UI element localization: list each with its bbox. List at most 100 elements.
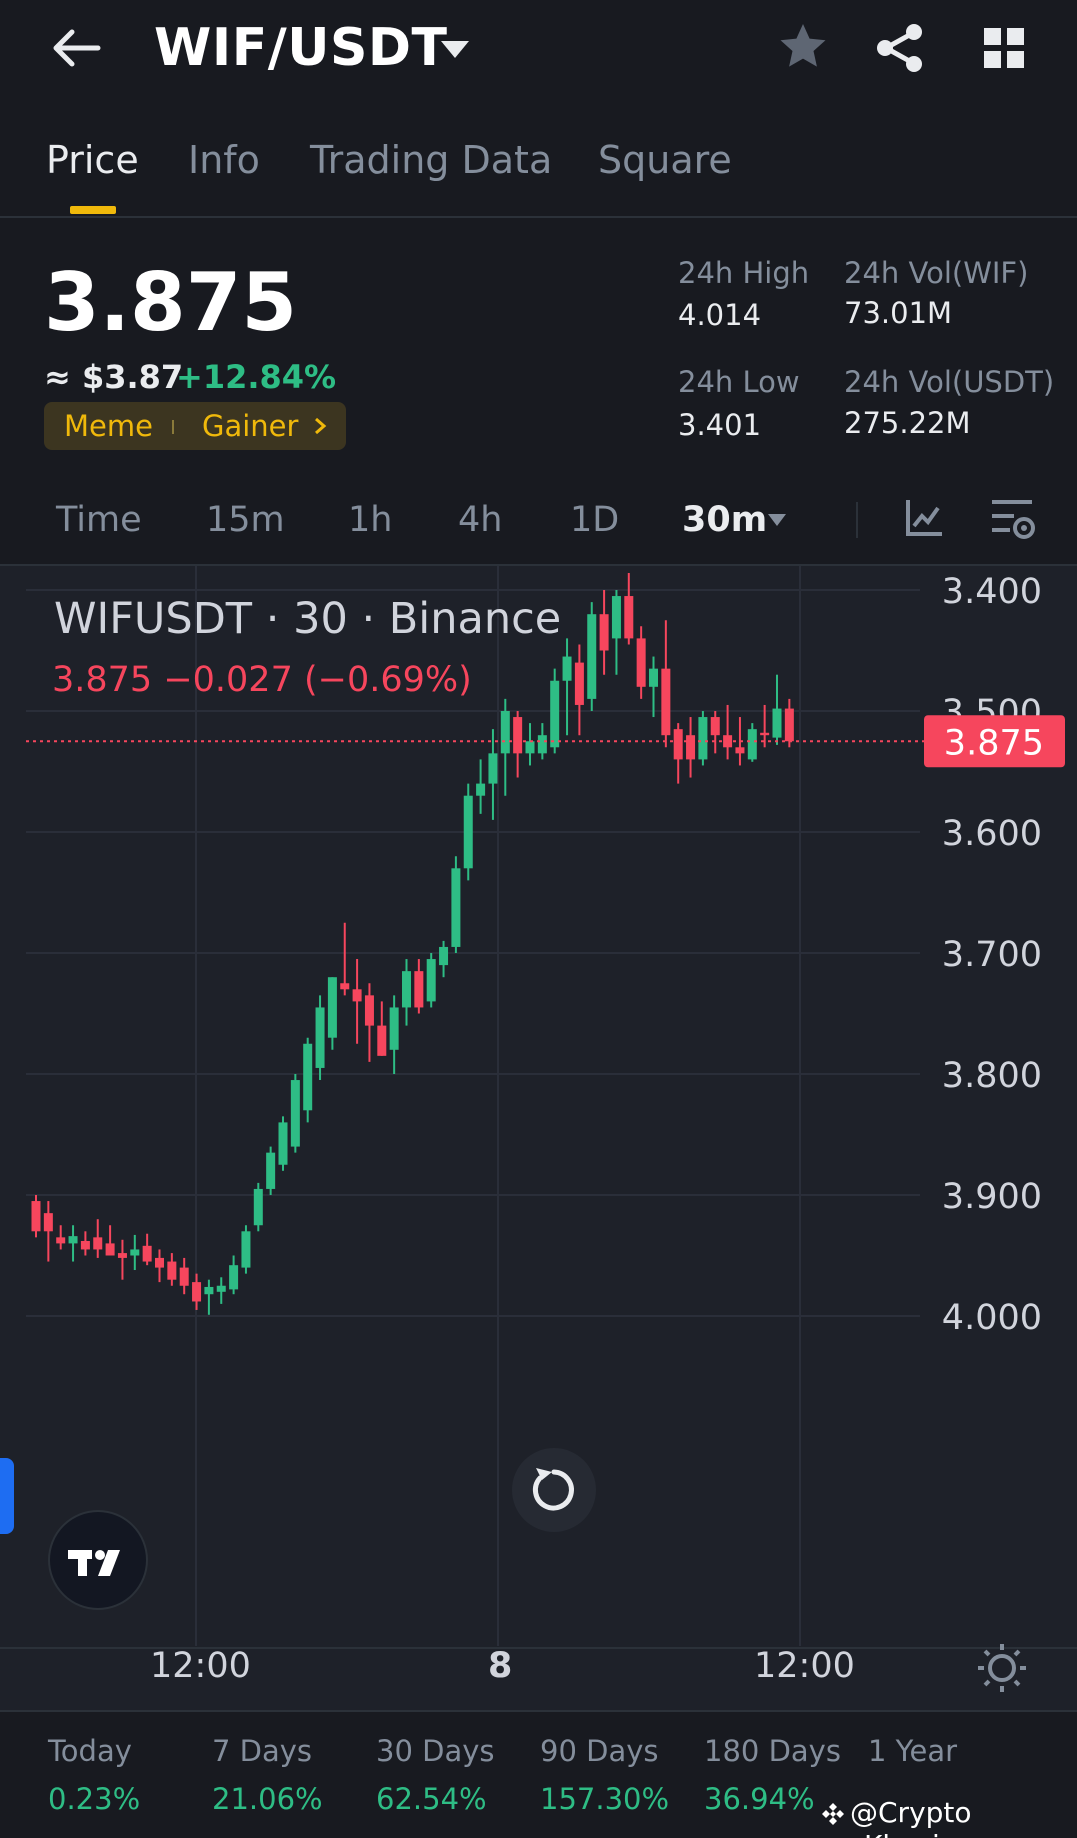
theme-sun-icon[interactable] [976, 1642, 1028, 1694]
y-tick-label: 3.600 [942, 814, 1042, 854]
interval-4h[interactable]: 4h [458, 500, 502, 540]
interval-15m[interactable]: 15m [206, 500, 285, 540]
tab-square[interactable]: Square [598, 138, 732, 182]
interval-1d[interactable]: 1D [570, 500, 619, 540]
candle-body [253, 1188, 263, 1226]
candle-body [661, 668, 671, 736]
chart-quote: 3.875 −0.027 (−0.69%) [52, 660, 472, 700]
candle-body [31, 1201, 41, 1232]
candle-body [537, 735, 547, 754]
perf-value-30d: 62.54% [376, 1782, 487, 1816]
candle-body [710, 717, 720, 736]
tab-price[interactable]: Price [46, 138, 139, 182]
perf-label-7d: 7 Days [212, 1734, 313, 1768]
vol-quote-label: 24h Vol(USDT) [844, 365, 1055, 399]
candle-body [414, 971, 424, 1008]
perf-value-90d: 157.30% [540, 1782, 670, 1816]
vol-base-label: 24h Vol(WIF) [844, 256, 1029, 290]
candle-body [574, 662, 584, 705]
grid-icon[interactable] [982, 26, 1026, 70]
candle-body [673, 729, 683, 760]
low-value: 3.401 [678, 408, 762, 442]
pair-title[interactable]: WIF/USDT [154, 18, 448, 78]
candle-body [216, 1285, 226, 1292]
price-chart[interactable]: 4.000 3.900 3.800 3.700 3.600 3.500 3.400 3.875… [0, 564, 1077, 1710]
tag-divider [172, 420, 174, 434]
candle-body [192, 1282, 202, 1302]
chart-settings-icon[interactable] [990, 496, 1036, 542]
interval-caret-icon[interactable] [766, 512, 788, 528]
candle-body [290, 1080, 300, 1147]
candle-body [587, 614, 597, 699]
binance-logo-icon [822, 1803, 844, 1825]
candle-body [303, 1043, 313, 1111]
tag-chip[interactable]: Meme Gainer [44, 402, 346, 450]
low-label: 24h Low [678, 365, 800, 399]
candle-body [525, 741, 535, 754]
candle-body [451, 868, 461, 947]
reset-chart-button[interactable] [512, 1448, 596, 1532]
candle-body [377, 1025, 387, 1056]
candle-body [402, 971, 411, 1008]
last-price-tag-label: 3.875 [944, 723, 1044, 763]
interval-divider [856, 502, 858, 538]
last-price: 3.875 [44, 256, 298, 349]
perf-label-90d: 90 Days [540, 1734, 659, 1768]
vol-quote-value: 275.22M [844, 406, 971, 440]
candle-body [476, 783, 486, 796]
usd-price: ≈ $3.87 [44, 358, 184, 396]
tab-info[interactable]: Info [188, 138, 260, 182]
candle-body [142, 1245, 152, 1262]
share-icon[interactable] [874, 22, 926, 74]
tradingview-logo[interactable] [48, 1510, 148, 1610]
candle-body [636, 638, 646, 687]
drawer-handle[interactable] [0, 1458, 14, 1534]
interval-selected[interactable]: 30m [682, 500, 767, 540]
back-arrow-icon[interactable] [48, 26, 104, 70]
candle-body [364, 995, 374, 1026]
candle-body [105, 1243, 115, 1256]
perf-value-180d: 36.94% [704, 1782, 815, 1816]
candle-body [747, 729, 757, 760]
candle-body [327, 977, 337, 1038]
candle-body [315, 1007, 325, 1068]
candle-body [389, 1007, 399, 1050]
interval-time[interactable]: Time [56, 500, 142, 540]
y-tick-label: 3.400 [942, 572, 1042, 612]
perf-label-today: Today [48, 1734, 132, 1768]
candle-body [278, 1122, 288, 1165]
interval-1h[interactable]: 1h [348, 500, 392, 540]
perf-label-180d: 180 Days [704, 1734, 841, 1768]
vol-base-value: 73.01M [844, 296, 953, 330]
top-bar: WIF/USDT [0, 0, 1077, 100]
chart-symbol: WIFUSDT · 30 · Binance [54, 594, 562, 644]
candle-body [439, 946, 449, 966]
candle-body [43, 1213, 53, 1232]
y-tick-label: 3.800 [942, 1056, 1042, 1096]
candle-body [340, 983, 350, 990]
candle-body [229, 1265, 239, 1290]
chevron-right-icon [315, 417, 327, 435]
caret-down-icon[interactable] [438, 36, 472, 64]
high-value: 4.014 [678, 298, 762, 332]
candle-body [513, 717, 523, 754]
candle-body [686, 735, 696, 760]
candle-body [500, 711, 510, 754]
candle-body [550, 680, 560, 748]
candle-body [179, 1267, 189, 1286]
candle-body [204, 1286, 214, 1295]
candle-body [562, 656, 572, 681]
candle-body [649, 668, 658, 687]
candlestick-chart[interactable]: 4.0003.9003.8003.7003.6003.5003.4003.875 [0, 566, 1077, 1712]
y-tick-label: 3.900 [942, 1177, 1042, 1217]
star-icon[interactable] [776, 20, 830, 74]
candle-body [68, 1236, 78, 1244]
candle-body [698, 717, 708, 760]
tab-trading-data[interactable]: Trading Data [310, 138, 552, 182]
candle-body [426, 959, 436, 1002]
y-tick-label: 3.700 [942, 935, 1042, 975]
indicator-icon[interactable] [904, 496, 944, 540]
candle-body [266, 1152, 276, 1189]
candle-body [130, 1249, 140, 1256]
high-label: 24h High [678, 256, 810, 290]
